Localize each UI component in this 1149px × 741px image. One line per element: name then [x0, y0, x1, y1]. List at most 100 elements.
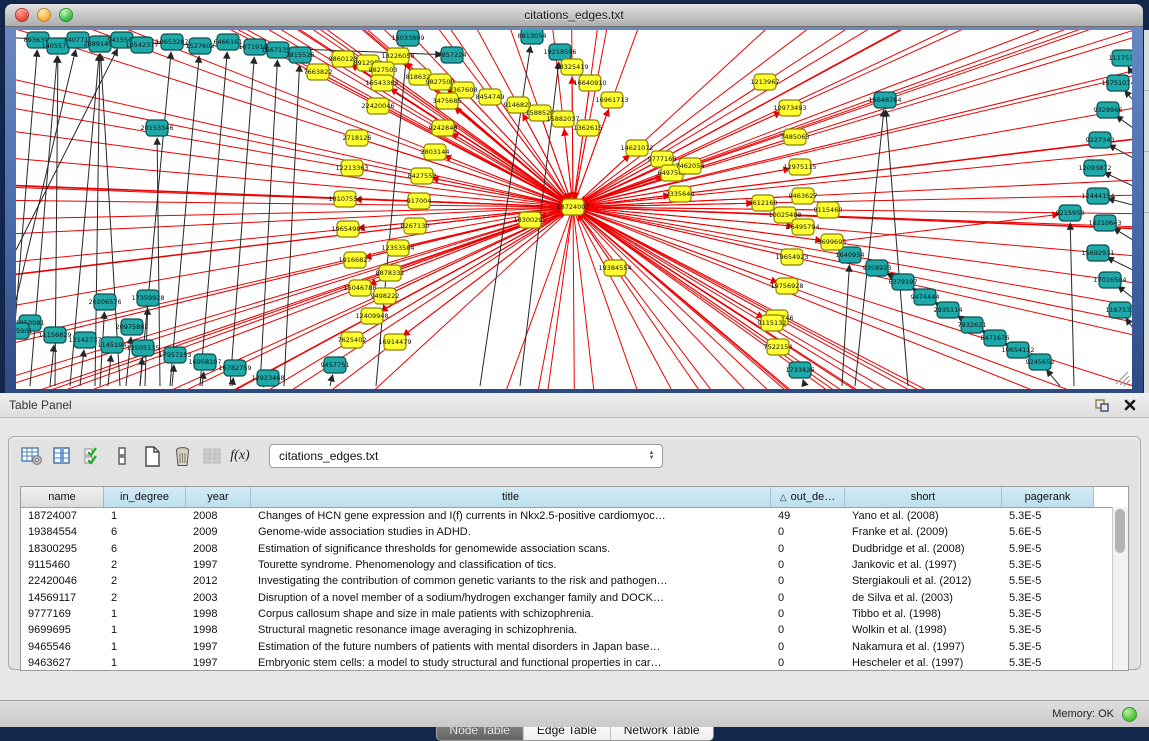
column-header-in_degree[interactable]: in_degree	[104, 487, 186, 507]
graph-node[interactable]: 20975887	[115, 319, 148, 335]
table-row[interactable]: 946554611997Estimation of the future num…	[21, 638, 1128, 654]
table-row[interactable]: 911546021997Tourette syndrome. Phenomeno…	[21, 557, 1128, 573]
column-header-out_de[interactable]: △out_de…	[771, 487, 845, 507]
graph-node[interactable]: 2335644	[666, 186, 695, 202]
table-row[interactable]: 946362711997Embryonic stem cells: a mode…	[21, 655, 1128, 671]
graph-node[interactable]: 917004	[407, 193, 432, 209]
graph-node[interactable]: 16961713	[595, 92, 628, 108]
table-row[interactable]: 2242004622012Investigating the contribut…	[21, 573, 1128, 589]
graph-node[interactable]: 7815526	[286, 47, 315, 63]
network-canvas[interactable]: 8936399140557121407714208914069415561105…	[16, 30, 1132, 389]
graph-node[interactable]: 3475685	[433, 93, 462, 109]
scrollbar-thumb[interactable]	[1115, 509, 1125, 553]
column-header-pagerank[interactable]: pagerank	[1002, 487, 1094, 507]
float-panel-icon[interactable]	[1093, 397, 1111, 413]
column-header-year[interactable]: year	[186, 487, 251, 507]
column-visibility-icon[interactable]	[49, 443, 75, 469]
graph-node[interactable]: 17957253	[158, 347, 191, 363]
graph-node[interactable]: 14621072	[620, 140, 653, 156]
graph-node[interactable]: 9115132	[758, 315, 787, 331]
table-settings-icon[interactable]	[19, 443, 45, 469]
column-header-short[interactable]: short	[845, 487, 1002, 507]
graph-node[interactable]: 2803144	[421, 144, 450, 160]
graph-node[interactable]: 16648784	[868, 92, 901, 108]
graph-node[interactable]: 8878332	[376, 265, 405, 281]
graph-node[interactable]: 16782759	[218, 360, 251, 376]
graph-node[interactable]: 10653287	[155, 34, 188, 50]
table-row[interactable]: 969969511998Structural magnetic resonanc…	[21, 622, 1128, 638]
graph-node[interactable]: 7625402	[338, 332, 367, 348]
graph-node[interactable]: 17016504	[1093, 272, 1126, 288]
graph-node[interactable]: 9457751	[321, 357, 350, 373]
graph-node[interactable]: 9498222	[371, 288, 400, 304]
graph-node[interactable]: 2718126	[343, 130, 372, 146]
table-row[interactable]: 1938455462009Genome-wide association stu…	[21, 524, 1128, 540]
column-header-name[interactable]: name	[21, 487, 104, 507]
graph-node-label: 9827508	[426, 78, 455, 86]
graph-node-label: 18107554	[328, 195, 361, 203]
table-row[interactable]: 1830029562008Estimation of significance …	[21, 541, 1128, 557]
graph-node[interactable]: 9245652	[1026, 354, 1055, 370]
table-selector-dropdown[interactable]: citations_edges.txt▲▼	[269, 444, 663, 468]
graph-node[interactable]: 1213967	[751, 74, 780, 90]
graph-node[interactable]: 8813054	[518, 30, 547, 44]
graph-node[interactable]: 9115460	[814, 202, 843, 218]
row-checks-icon[interactable]	[79, 443, 105, 469]
graph-node[interactable]: 9463627	[789, 188, 818, 204]
close-icon[interactable]	[1121, 397, 1139, 413]
table-row[interactable]: 1872400712008Changes of HCN gene express…	[21, 508, 1128, 524]
table-row[interactable]: 977716911998Corpus callosum shape and si…	[21, 606, 1128, 622]
graph-node[interactable]: 7485063	[781, 129, 810, 145]
graph-node[interactable]: 9329966	[1094, 102, 1123, 118]
graph-node[interactable]: 12444154	[1081, 188, 1114, 204]
graph-node[interactable]: 7932621	[958, 317, 987, 333]
graph-node[interactable]: 11156829	[38, 327, 71, 343]
graph-node[interactable]: 6379197	[889, 274, 918, 290]
graph-node[interactable]: 1733426	[786, 362, 815, 378]
graph-node[interactable]: 1527602	[186, 38, 215, 54]
graph-node[interactable]: 7462054	[676, 158, 705, 174]
graph-node[interactable]: 9215958	[1056, 205, 1085, 221]
graph-node[interactable]: 18325419	[555, 59, 588, 75]
graph-node[interactable]: 8454749	[476, 89, 505, 105]
graph-node[interactable]: 2935114	[934, 302, 963, 318]
vertical-scrollbar[interactable]	[1112, 507, 1128, 670]
graph-node[interactable]: 12975115	[783, 159, 816, 175]
graph-node[interactable]: 16640910	[573, 75, 606, 91]
graph-node[interactable]: 9699695	[818, 234, 847, 250]
graph-node[interactable]: 9227343	[1086, 132, 1115, 148]
graph-node[interactable]: 19654985	[331, 221, 364, 237]
graph-node-label: 15751074	[1101, 79, 1132, 87]
graph-node[interactable]: 9474444	[911, 289, 940, 305]
graph-node[interactable]: 8471676	[981, 330, 1010, 346]
graph-node[interactable]: 7857224	[438, 47, 467, 63]
graph-node[interactable]: 9242848	[429, 120, 458, 136]
graph-node[interactable]: 1117534	[1109, 50, 1132, 66]
cell-pair-icon[interactable]	[109, 443, 135, 469]
network-window-titlebar[interactable]: citations_edges.txt	[5, 4, 1143, 27]
function-icon[interactable]: f(x)	[229, 443, 255, 469]
graph-node-label: 12923468	[251, 374, 284, 382]
graph-node[interactable]: 19654923	[775, 249, 808, 265]
graph-node[interactable]: 1145194	[98, 337, 127, 353]
column-header-title[interactable]: title	[251, 487, 771, 507]
new-document-icon[interactable]	[139, 443, 165, 469]
table-row[interactable]: 1456911722003Disruption of a novel membe…	[21, 589, 1128, 605]
graph-node[interactable]: 16914479	[378, 334, 411, 350]
graph-node[interactable]: 12353584	[381, 240, 414, 256]
graph-node[interactable]: 16958107	[188, 354, 221, 370]
graph-node[interactable]: 20153346	[140, 120, 173, 136]
graph-node[interactable]: 8267130	[401, 218, 430, 234]
graph-node[interactable]: 7522154	[764, 339, 793, 355]
graph-node[interactable]: 19166827	[338, 252, 371, 268]
graph-node[interactable]: 9358923	[863, 260, 892, 276]
graph-node[interactable]: 9612160	[749, 195, 778, 211]
graph-node[interactable]: 1167531	[1106, 302, 1132, 318]
graph-node[interactable]: 1362615	[574, 120, 603, 136]
graph-node[interactable]: 20206576	[88, 294, 121, 310]
graph-node[interactable]: 7663822	[304, 64, 333, 80]
graph-node[interactable]: 8427552	[408, 168, 437, 184]
graph-node[interactable]: 19756928	[770, 278, 803, 294]
delete-icon[interactable]	[169, 443, 195, 469]
graph-node[interactable]: 12213363	[335, 160, 368, 176]
